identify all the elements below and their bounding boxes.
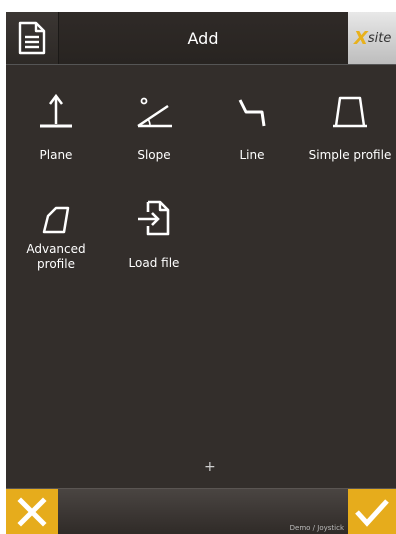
load-file-icon [138, 200, 170, 236]
line-icon [238, 99, 266, 127]
advanced-profile-icon [42, 206, 70, 234]
header-bar: Add Xsite [6, 12, 396, 65]
load-file-label: Load file [128, 256, 180, 270]
plane-icon [40, 93, 72, 128]
checkmark-icon [355, 499, 389, 527]
crosshair-marker: + [204, 459, 216, 475]
load-file-button[interactable]: Load file [106, 198, 202, 271]
app-screen: Add Xsite Plane Slope Line Simple profil… [6, 12, 396, 534]
confirm-button[interactable] [348, 489, 396, 534]
line-label: Line [239, 148, 265, 162]
slope-icon [137, 97, 172, 128]
add-plane-button[interactable]: Plane [8, 90, 104, 163]
simple-profile-icon [333, 96, 367, 128]
simple-profile-label: Simple profile [308, 148, 392, 162]
add-simple-profile-button[interactable]: Simple profile [302, 90, 396, 163]
add-slope-button[interactable]: Slope [106, 90, 202, 163]
document-icon [18, 21, 46, 55]
add-line-button[interactable]: Line [204, 90, 300, 163]
add-advanced-profile-button[interactable]: Advanced profile [8, 198, 104, 272]
plane-label: Plane [39, 148, 73, 162]
logo-text: site [367, 30, 392, 46]
close-icon [17, 497, 47, 527]
footer-bar: Demo / Joystick [6, 488, 396, 534]
cancel-button[interactable] [6, 489, 58, 534]
page-title: Add [187, 28, 219, 48]
slope-label: Slope [137, 148, 171, 162]
advanced-profile-label: Advanced profile [26, 242, 86, 271]
logo-x: X [354, 27, 368, 49]
xsite-logo: Xsite [348, 12, 396, 64]
mode-status-text: Demo / Joystick [289, 524, 344, 532]
document-button[interactable] [6, 12, 59, 64]
